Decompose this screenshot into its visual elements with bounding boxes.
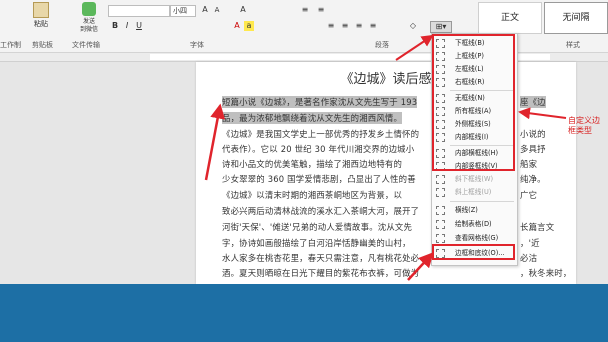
arrow-to-dropdown: [395, 34, 434, 61]
arrow-to-borders-shading: [407, 252, 434, 281]
footer-bar: [0, 284, 608, 342]
arrow-to-menu: [518, 107, 567, 120]
arrow-to-text: [204, 103, 226, 181]
